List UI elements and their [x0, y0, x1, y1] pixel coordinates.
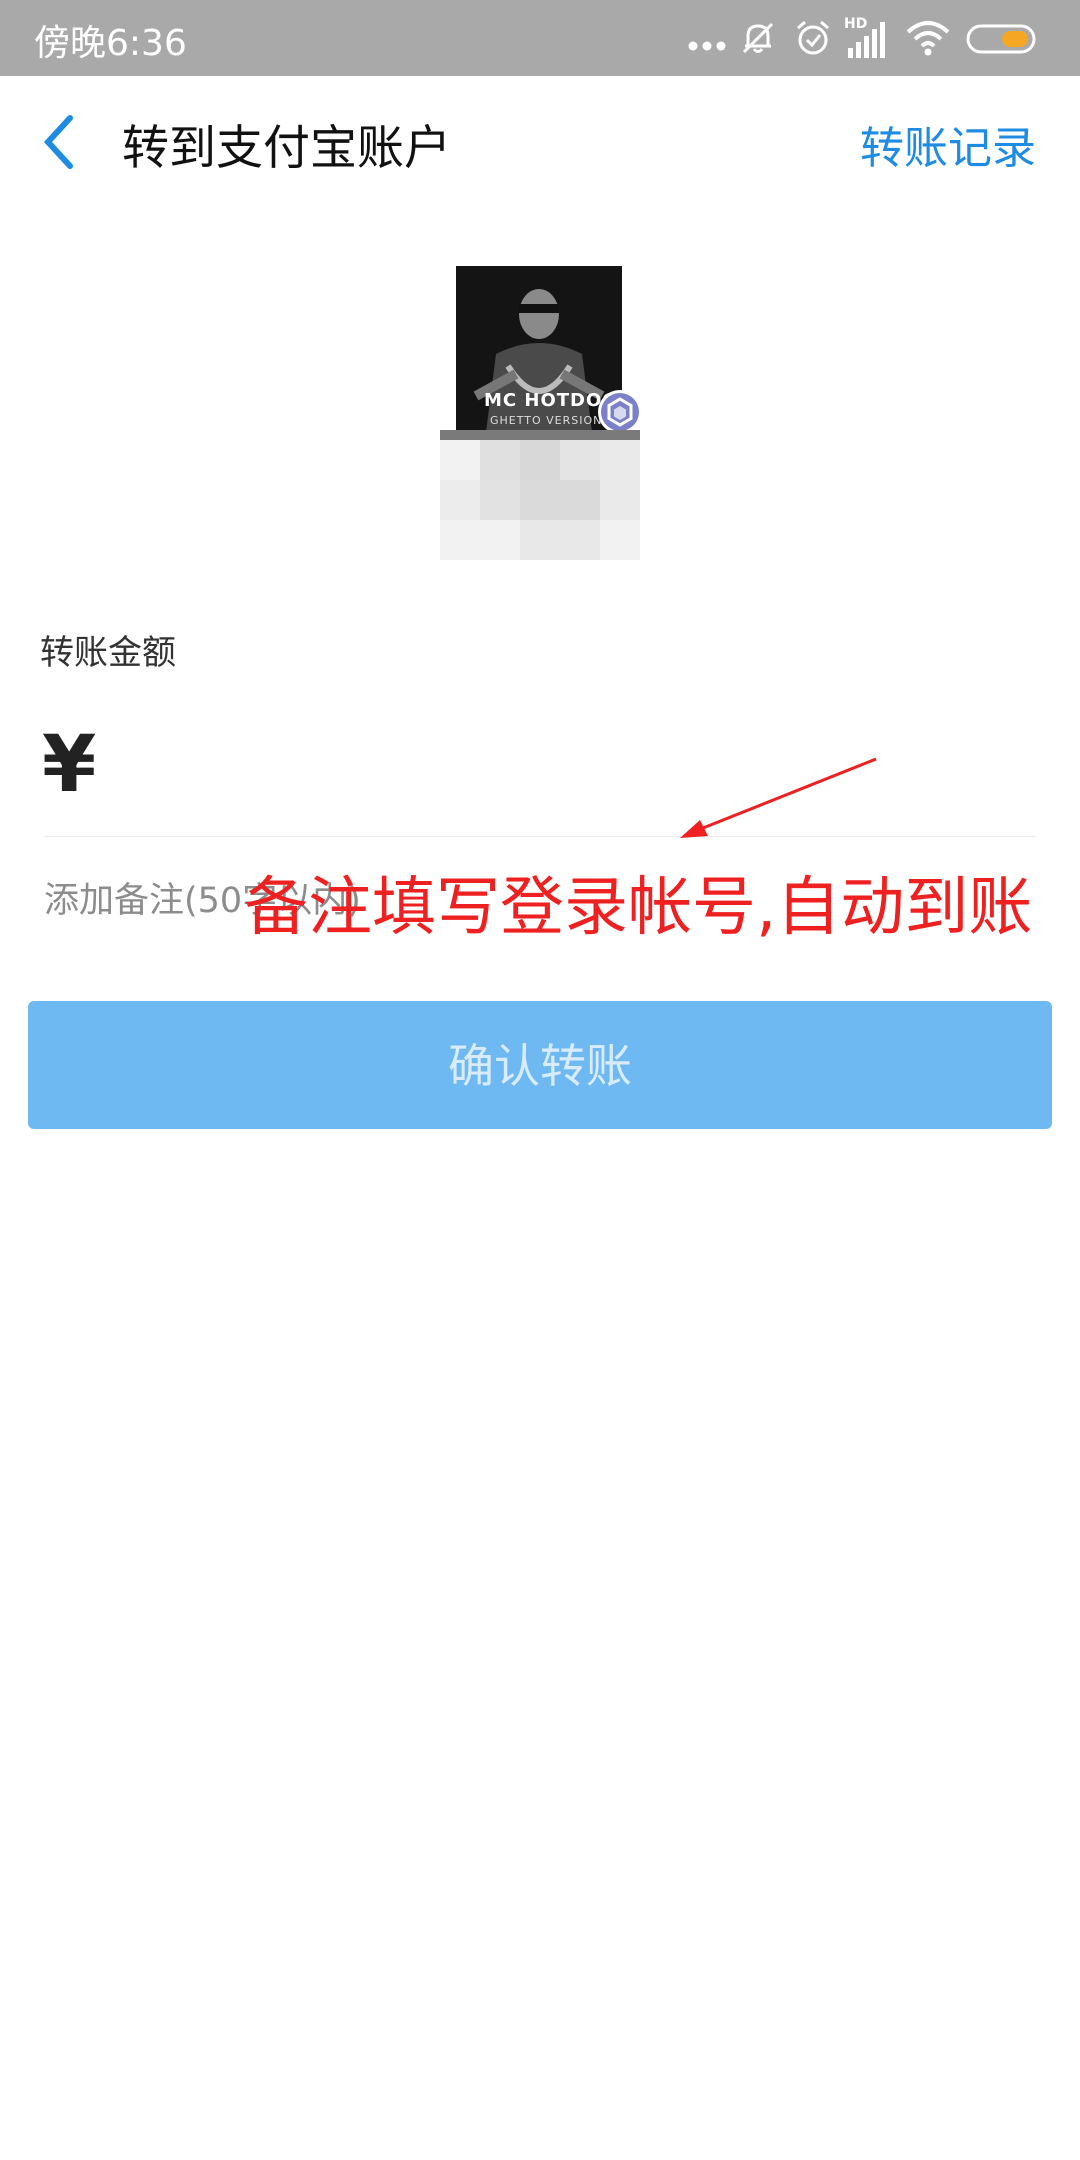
amount-input[interactable]: ¥: [42, 720, 96, 810]
battery-icon: [966, 24, 1036, 54]
bell-muted-icon: [742, 22, 774, 54]
nav-bar: 转到支付宝账户 转账记录: [0, 76, 1080, 206]
avatar-text-sub: GHETTO VERSION: [490, 414, 603, 427]
svg-text:HD: HD: [844, 16, 867, 32]
status-time: 傍晚6:36: [34, 23, 187, 64]
page-title: 转到支付宝账户: [122, 121, 451, 176]
hd-signal-icon: HD: [844, 16, 885, 58]
verified-badge-icon: [598, 390, 642, 434]
more-dots-icon: [688, 41, 726, 51]
annotation-text: 备注填写登录帐号,自动到账: [244, 871, 1033, 945]
amount-label: 转账金额: [40, 633, 176, 673]
alarm-icon: [797, 20, 829, 55]
status-bar: 傍晚6:36 HD: [0, 0, 1080, 76]
confirm-transfer-button[interactable]: 确认转账: [28, 1001, 1052, 1129]
wifi-icon: [906, 21, 950, 56]
recipient-name-blurred: [440, 430, 640, 560]
divider: [44, 836, 1036, 837]
chevron-left-icon[interactable]: [36, 112, 86, 172]
status-icons: HD: [688, 14, 1048, 64]
transfer-records-link[interactable]: 转账记录: [860, 112, 1036, 176]
